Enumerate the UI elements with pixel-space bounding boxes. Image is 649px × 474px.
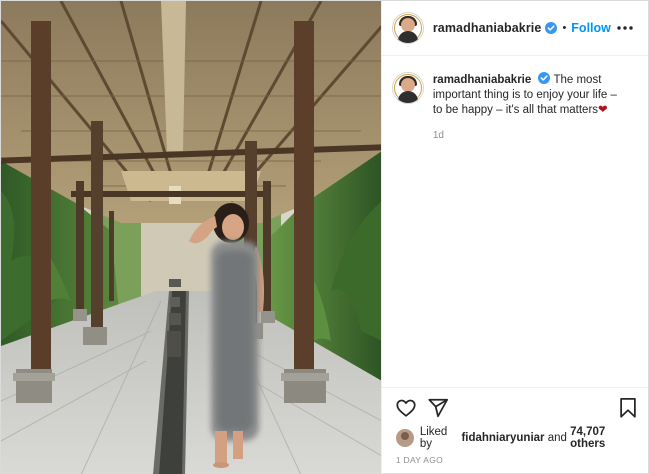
post-side-panel: ramadhaniabakrie • Follow ramadhaniabakr…: [380, 1, 648, 474]
likes-and: and: [547, 432, 567, 444]
verified-badge-icon: [545, 22, 558, 34]
likes-count[interactable]: 74,707 others: [570, 426, 636, 450]
caption-avatar[interactable]: [391, 72, 424, 104]
follow-button[interactable]: Follow: [571, 21, 611, 35]
save-button[interactable]: [616, 396, 640, 420]
likes-summary: Liked by fidahniaryuniar and 74,707 othe…: [382, 426, 648, 450]
like-button[interactable]: [394, 396, 418, 420]
instagram-post: ramadhaniabakrie • Follow ramadhaniabakr…: [0, 0, 649, 474]
bookmark-icon: [620, 397, 636, 418]
post-photo[interactable]: [1, 1, 381, 474]
comments-area: ramadhaniabakrie The most important thin…: [382, 56, 648, 387]
post-timestamp[interactable]: 1 DAY AGO: [382, 449, 648, 474]
heart-emoji: ❤: [598, 104, 608, 116]
paper-plane-icon: [428, 398, 448, 417]
share-button[interactable]: [426, 396, 450, 420]
liker-username[interactable]: fidahniaryuniar: [461, 432, 544, 444]
post-header: ramadhaniabakrie • Follow: [381, 1, 648, 56]
caption-text: ramadhaniabakrie The most important thin…: [433, 72, 628, 118]
verified-badge-icon: [538, 72, 551, 84]
caption-time[interactable]: 1d: [433, 130, 636, 141]
photo-illustration: [1, 1, 381, 474]
action-bar: [381, 387, 648, 427]
more-options-button[interactable]: [614, 17, 636, 39]
more-options-icon: [617, 26, 633, 30]
heart-icon: [396, 399, 416, 417]
author-username[interactable]: ramadhaniabakrie: [433, 21, 542, 35]
header-separator: •: [562, 22, 567, 34]
caption-row: ramadhaniabakrie The most important thin…: [391, 72, 636, 118]
caption-username[interactable]: ramadhaniabakrie: [433, 74, 531, 86]
likes-prefix: Liked by: [419, 426, 448, 450]
author-avatar[interactable]: [391, 12, 424, 44]
liker-avatar[interactable]: [395, 429, 414, 447]
